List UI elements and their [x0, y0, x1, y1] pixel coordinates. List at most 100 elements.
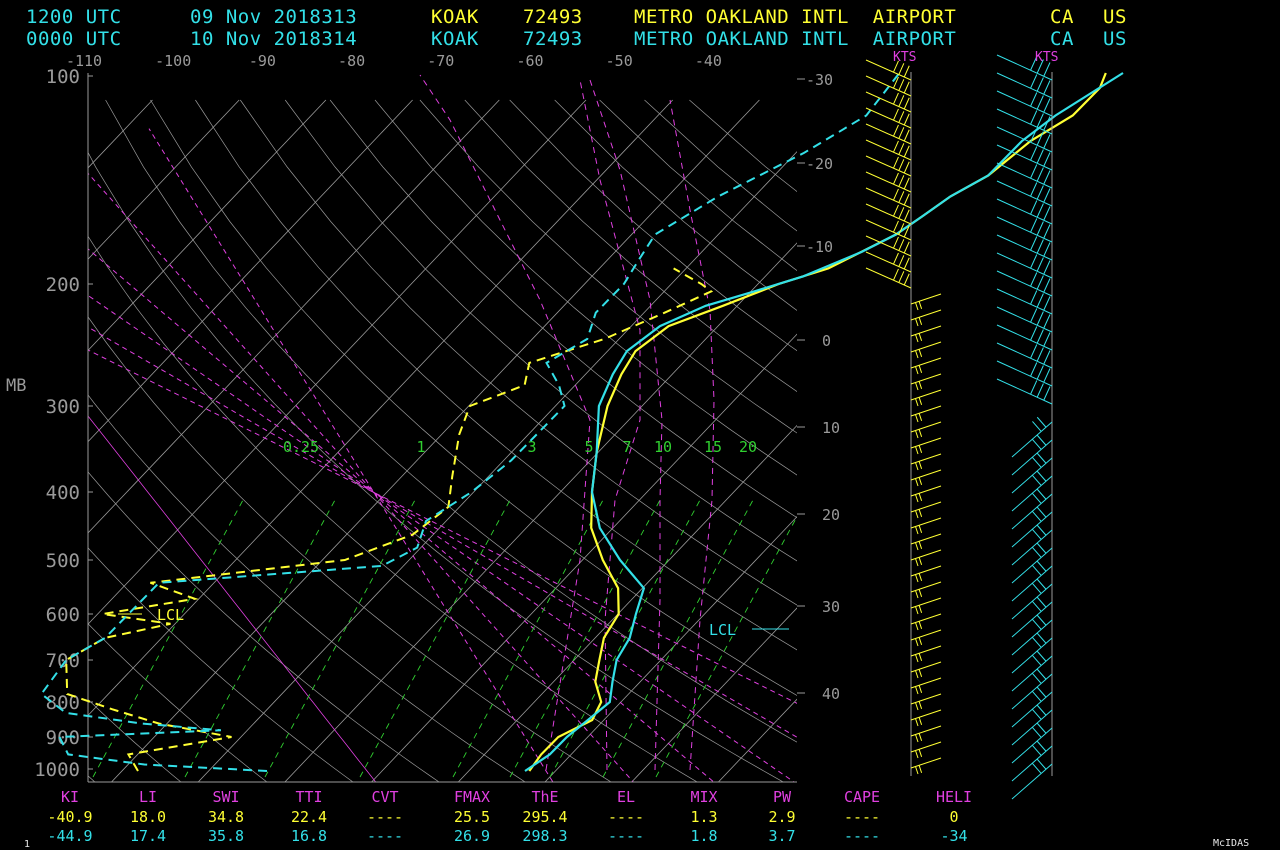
wind-barb-feather	[1032, 439, 1042, 450]
y-tick-label: 600	[46, 604, 80, 626]
wind-barb-feather	[915, 318, 919, 327]
index-headers-mix: MIX	[690, 788, 718, 806]
wind-barb-feather	[892, 156, 899, 169]
isotherm-line	[870, 100, 1280, 805]
right-tick-label: 10	[822, 419, 840, 437]
x-tick-label: -90	[249, 52, 276, 70]
wind-barb-feather	[918, 509, 923, 517]
index-headers-fmax: FMAX	[453, 788, 491, 806]
index-row2-cvt: ----	[366, 827, 404, 845]
wind-barb-feather	[918, 717, 923, 725]
wind-barb-feather	[1036, 347, 1044, 362]
wind-barb-feather	[918, 493, 923, 501]
wind-barb-feather	[1036, 203, 1044, 218]
header-time: 1200 UTC	[26, 6, 122, 28]
wind-barb-feather	[903, 273, 910, 286]
index-headers-swi: SWI	[212, 788, 240, 806]
wind-barb-feather	[903, 145, 910, 158]
wind-barb-feather	[898, 271, 905, 283]
wind-barb-feather	[1032, 745, 1042, 756]
y-tick-label: 300	[46, 396, 80, 418]
y-tick-label: 700	[46, 650, 80, 672]
wind-barb-feather	[915, 462, 919, 471]
wind-barb-feather	[918, 653, 923, 661]
wind-barb-feather	[915, 510, 919, 519]
y-tick-label: 900	[46, 727, 80, 749]
mixing-ratio-label: 20	[739, 438, 757, 456]
wind-barb-feather	[1036, 722, 1047, 734]
wind-barb-feather	[898, 79, 905, 91]
mixing-ratio-label: 7	[622, 438, 631, 456]
isotherm-line	[457, 424, 797, 782]
header-date: 10 Nov 2018314	[190, 28, 358, 50]
wind-barb-feather	[903, 65, 910, 78]
index-headers-heli: HELI	[935, 788, 973, 806]
wind-barb-feather	[1036, 686, 1047, 698]
wind-barb-feather	[1030, 362, 1038, 377]
wind-barb-feather	[915, 766, 919, 775]
kts-label-1: KTS	[893, 50, 917, 65]
wind-barb-feather	[1030, 290, 1038, 305]
index-headers-cvt: CVT	[371, 788, 399, 806]
header-name: METRO OAKLAND INTL AIRPORT	[634, 28, 957, 50]
wind-barb-feather	[903, 113, 910, 126]
y-tick-label: 1000	[34, 759, 80, 781]
wind-barb-feather	[915, 718, 919, 727]
wind-barb-feather	[1030, 92, 1038, 107]
wind-barb-feather	[1036, 77, 1044, 92]
wind-barb-feather	[918, 301, 923, 309]
index-row2-pw: 3.7	[768, 827, 796, 845]
kts-label-2: KTS	[1035, 50, 1059, 65]
moist-adiabat	[88, 349, 797, 704]
axis-layer: 1002003004005006007008009001000-110 -100-…	[34, 52, 840, 783]
index-row2-mix: 1.8	[690, 827, 718, 845]
mixing-ratio-line	[509, 499, 661, 778]
wind-barb-feather	[1032, 691, 1042, 702]
wind-barb-feather	[918, 733, 923, 741]
wind-barb-feather	[915, 686, 919, 695]
index-row1-the: 295.4	[522, 808, 568, 826]
wind-barb-feather	[915, 350, 919, 359]
index-row2-li: 17.4	[129, 827, 167, 845]
wind-barb-feather	[915, 366, 919, 375]
wind-barb-feather	[898, 95, 905, 107]
index-row-yellow: -40.9 18.0 34.8 22.4 ---- 25.5 295.4 ---- 1.3 2.9…	[0, 808, 1000, 828]
index-row2-fmax: 26.9	[453, 827, 491, 845]
wind-barb-feather	[1043, 350, 1051, 365]
wind-barb-feather	[1036, 668, 1047, 680]
wind-barb-feather	[915, 526, 919, 535]
wind-barb-feather	[918, 573, 923, 581]
header-name: METRO OAKLAND INTL AIRPORT	[634, 6, 957, 28]
wind-barb-feather	[918, 333, 923, 341]
wind-barb-feather	[1043, 278, 1051, 293]
wind-barb-feather	[918, 381, 923, 389]
mixing-ratio-line	[359, 499, 511, 778]
wind-barb-feather	[1030, 218, 1038, 233]
index-headers-tti: TTI	[295, 788, 323, 806]
wind-barb-feather	[1036, 416, 1047, 428]
wind-barb-feather	[903, 97, 910, 110]
header-time: 0000 UTC	[26, 28, 122, 50]
series-layer	[40, 72, 1124, 772]
wind-barb-feather	[903, 257, 910, 270]
wind-barb-feather	[915, 750, 919, 759]
lcl-label-cyan: LCL	[709, 621, 737, 639]
wind-barb-feather	[1030, 254, 1038, 269]
wind-barb-feather	[1036, 239, 1044, 254]
wind-barb-feather	[892, 108, 899, 121]
wind-barb-feather	[1032, 511, 1042, 522]
right-tick-label: -10	[806, 238, 833, 256]
skewt-chart: 1002003004005006007008009001000-110 -100-…	[34, 52, 1280, 805]
x-tick-label: -70	[427, 52, 454, 70]
index-row1-ki: -40.9	[47, 808, 93, 826]
wind-barb-feather	[1036, 542, 1047, 554]
mixing-ratio-label: 15	[704, 438, 722, 456]
wind-barb-feather	[1032, 637, 1042, 648]
index-headers-ki: KI	[60, 788, 80, 806]
wind-barb-feather	[1043, 260, 1051, 275]
theta-e-line	[419, 74, 591, 771]
mixing-ratio-label: 3	[527, 438, 536, 456]
wind-barb-feather	[915, 734, 919, 743]
wind-barb-feather	[1043, 206, 1051, 221]
wind-barb-feather	[892, 124, 899, 137]
